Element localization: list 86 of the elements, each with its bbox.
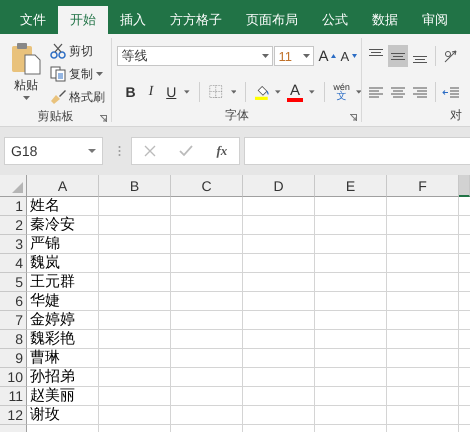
select-all-icon xyxy=(12,182,23,193)
column-header[interactable]: F xyxy=(387,175,459,197)
format-painter-button[interactable]: 格式刷 xyxy=(48,86,107,108)
group-label: 字体 xyxy=(224,107,249,124)
align-middle-button[interactable] xyxy=(388,45,408,67)
table-cell-text: 秦冷安 xyxy=(29,216,76,234)
row-header[interactable]: 2 xyxy=(0,216,27,235)
check-icon[interactable] xyxy=(179,145,194,157)
row-header[interactable]: 8 xyxy=(0,330,27,349)
row-header[interactable]: 1 xyxy=(0,197,27,216)
row-header[interactable]: 4 xyxy=(0,254,27,273)
group-label: 剪贴板 xyxy=(38,108,74,125)
column-header[interactable]: E xyxy=(315,175,387,197)
table-cell-text: 魏岚 xyxy=(29,254,61,272)
table-cell-text: 谢玫 xyxy=(29,406,61,424)
brush-icon xyxy=(50,89,66,105)
caret-icon xyxy=(230,90,236,94)
ribbon-tab[interactable]: 公式 xyxy=(310,6,360,34)
underline-button[interactable]: U xyxy=(164,84,178,100)
row-header[interactable]: 7 xyxy=(0,311,27,330)
name-box[interactable]: G18 xyxy=(4,137,103,165)
ribbon-tab[interactable]: 页面布局 xyxy=(234,6,310,34)
column-header[interactable]: C xyxy=(171,175,243,197)
font-name-field[interactable]: 等线 xyxy=(117,46,274,66)
borders-icon[interactable] xyxy=(208,83,225,101)
down-arrow-icon xyxy=(352,54,358,58)
ribbon-tab[interactable]: 审阅 xyxy=(410,6,460,34)
paste-icon xyxy=(11,41,41,75)
group-label: 对 xyxy=(450,107,462,124)
formula-input-field[interactable] xyxy=(244,137,470,165)
table-cell-text: 赵美丽 xyxy=(29,387,76,405)
caret-icon xyxy=(22,96,30,100)
italic-button[interactable]: I xyxy=(144,84,158,100)
caret-icon xyxy=(275,90,282,94)
shrink-font-button[interactable]: A xyxy=(340,48,358,64)
align-lines-icon xyxy=(413,56,428,63)
row-header[interactable]: 3 xyxy=(0,235,27,254)
row-header[interactable]: 12 xyxy=(0,406,27,425)
insert-function-button[interactable]: fx xyxy=(216,143,228,159)
cut-button[interactable]: 剪切 xyxy=(48,40,107,62)
ribbon-tab[interactable]: 开始 xyxy=(58,6,108,34)
ribbon-tab[interactable]: 文件 xyxy=(8,6,58,34)
align-lines-icon xyxy=(369,49,384,56)
align-lines-icon xyxy=(391,52,406,60)
caret-icon xyxy=(309,90,315,94)
table-cell-text: 姓名 xyxy=(29,197,61,215)
row-header[interactable]: 11 xyxy=(0,387,27,406)
ribbon-tab[interactable]: 方方格子 xyxy=(158,6,234,34)
table-cell-text: 魏彩艳 xyxy=(29,330,76,348)
table-cell-text: 孙招弟 xyxy=(29,368,76,386)
table-cell-text: 曹琳 xyxy=(29,349,61,367)
table-cell-text: 金婷婷 xyxy=(29,311,76,329)
caret-icon xyxy=(303,54,310,58)
row-header[interactable]: 9 xyxy=(0,349,27,368)
ribbon-tab[interactable]: 插入 xyxy=(108,6,158,34)
copy-button[interactable]: 复制 xyxy=(48,63,107,85)
table-cell-text: 王元群 xyxy=(29,273,76,291)
paste-button[interactable]: 粘贴 xyxy=(4,38,48,108)
font-color-button[interactable]: A xyxy=(287,82,304,102)
column-header[interactable] xyxy=(459,175,470,197)
caret-icon xyxy=(356,90,362,94)
grow-font-button[interactable]: A xyxy=(318,48,336,64)
column-header[interactable]: D xyxy=(243,175,315,197)
caret-icon xyxy=(262,54,270,58)
font-size-field[interactable]: 11 xyxy=(274,46,314,66)
table-cell-text: 严锦 xyxy=(29,235,61,253)
row-header[interactable]: 5 xyxy=(0,273,27,292)
caret-icon xyxy=(96,72,103,76)
table-cell-text: 华婕 xyxy=(29,292,61,310)
dialog-launcher-icon[interactable] xyxy=(350,114,358,121)
phonetic-button[interactable]: wén 文 xyxy=(333,82,350,102)
row-header[interactable]: 6 xyxy=(0,292,27,311)
up-arrow-icon xyxy=(331,54,336,58)
grip-icon xyxy=(118,145,121,157)
caret-icon xyxy=(88,149,96,153)
column-header[interactable]: B xyxy=(99,175,171,197)
dialog-launcher-icon[interactable] xyxy=(100,115,108,122)
copy-icon xyxy=(50,66,66,82)
color-swatch-icon xyxy=(287,98,304,102)
caret-icon xyxy=(184,90,190,94)
ribbon-tab[interactable]: 数据 xyxy=(360,6,410,34)
column-header[interactable]: A xyxy=(27,175,99,197)
scissors-icon xyxy=(50,43,66,59)
bold-button[interactable]: B xyxy=(123,84,138,100)
row-header[interactable]: 10 xyxy=(0,368,27,387)
cell-grid[interactable]: 1 姓名 2 秦冷安 3 严锦 4 魏岚 5 王元群 6 华婕 7 金婷婷 8 魏彩艳 9 曹琳 10 孙招弟 11 赵美丽 12 谢玫 xyxy=(0,197,470,432)
